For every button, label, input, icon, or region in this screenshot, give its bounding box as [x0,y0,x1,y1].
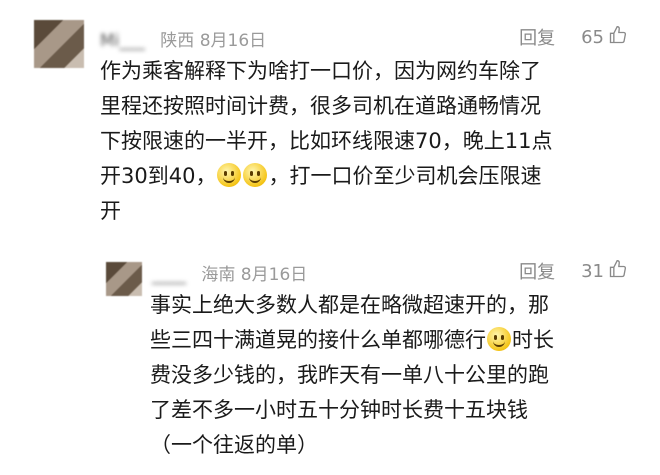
comment-text-segment: ，打一口价至少司机会压限速 [268,164,542,188]
comment-body: 事实上绝大多数人都是在略微超速开的，那 些三四十满道晃的接什么单都哪德行 时长 费… [150,288,640,463]
username[interactable]: Mi___ [100,31,145,51]
comment-text-segment: 开30到40， [100,164,217,188]
location-date: 陕西 8月16日 [160,31,267,51]
avatar[interactable] [106,262,142,296]
like-button[interactable] [608,25,628,50]
comment-line: 了差不多一小时五十分钟时长费十五块钱 [150,398,528,422]
smile-emoji-icon [243,163,268,187]
comment-body: 作为乘客解释下为啥打一口价，因为网约车除了 里程还按照时间计费，很多司机在道路通… [100,54,640,229]
comment-text-segment: 些三四十满道晃的接什么单都哪德行 [150,328,486,352]
comment-2: ____ 海南 8月16日 回复 31 事实上绝大多数人都是在略微超速开的，那 … [0,240,660,475]
comment-1: Mi___ 陕西 8月16日 回复 65 作为乘客解释下为啥打一口价，因为网约车… [0,0,660,240]
comment-line: 开30到40， ，打一口价至少司机会压限速 [100,159,640,194]
location-date: 海南 8月16日 [201,265,308,285]
username[interactable]: ____ [152,265,186,285]
comment-meta: Mi___ 陕西 8月16日 [100,26,266,51]
smile-emoji-icon [217,163,242,187]
comment-actions: 回复 31 [519,258,628,284]
comment-line: 作为乘客解释下为啥打一口价，因为网约车除了 [100,59,541,83]
comment-line: 里程还按照时间计费，很多司机在道路通畅情况 [100,94,541,118]
comment-line: 下按限速的一半开，比如环线限速70，晚上11点 [100,129,553,153]
comment-actions: 回复 65 [519,24,628,50]
comment-text-segment: 时长 [512,328,554,352]
comment-meta: ____ 海南 8月16日 [152,260,307,285]
like-count: 31 [581,260,604,282]
comment-line: 些三四十满道晃的接什么单都哪德行 时长 [150,323,640,358]
like-button[interactable] [608,259,628,284]
reply-button[interactable]: 回复 [519,24,555,50]
sweat-emoji-icon [487,327,511,351]
thumbs-up-icon [609,25,627,43]
comment-line: 费没多少钱的，我昨天有一单八十公里的跑 [150,363,549,387]
comment-line: 事实上绝大多数人都是在略微超速开的，那 [150,293,549,317]
like-count: 65 [581,26,604,48]
reply-button[interactable]: 回复 [519,258,555,284]
comment-line: （一个往返的单） [150,433,318,457]
thumbs-up-icon [609,259,627,277]
comment-line: 开 [100,199,121,223]
avatar[interactable] [34,20,84,68]
